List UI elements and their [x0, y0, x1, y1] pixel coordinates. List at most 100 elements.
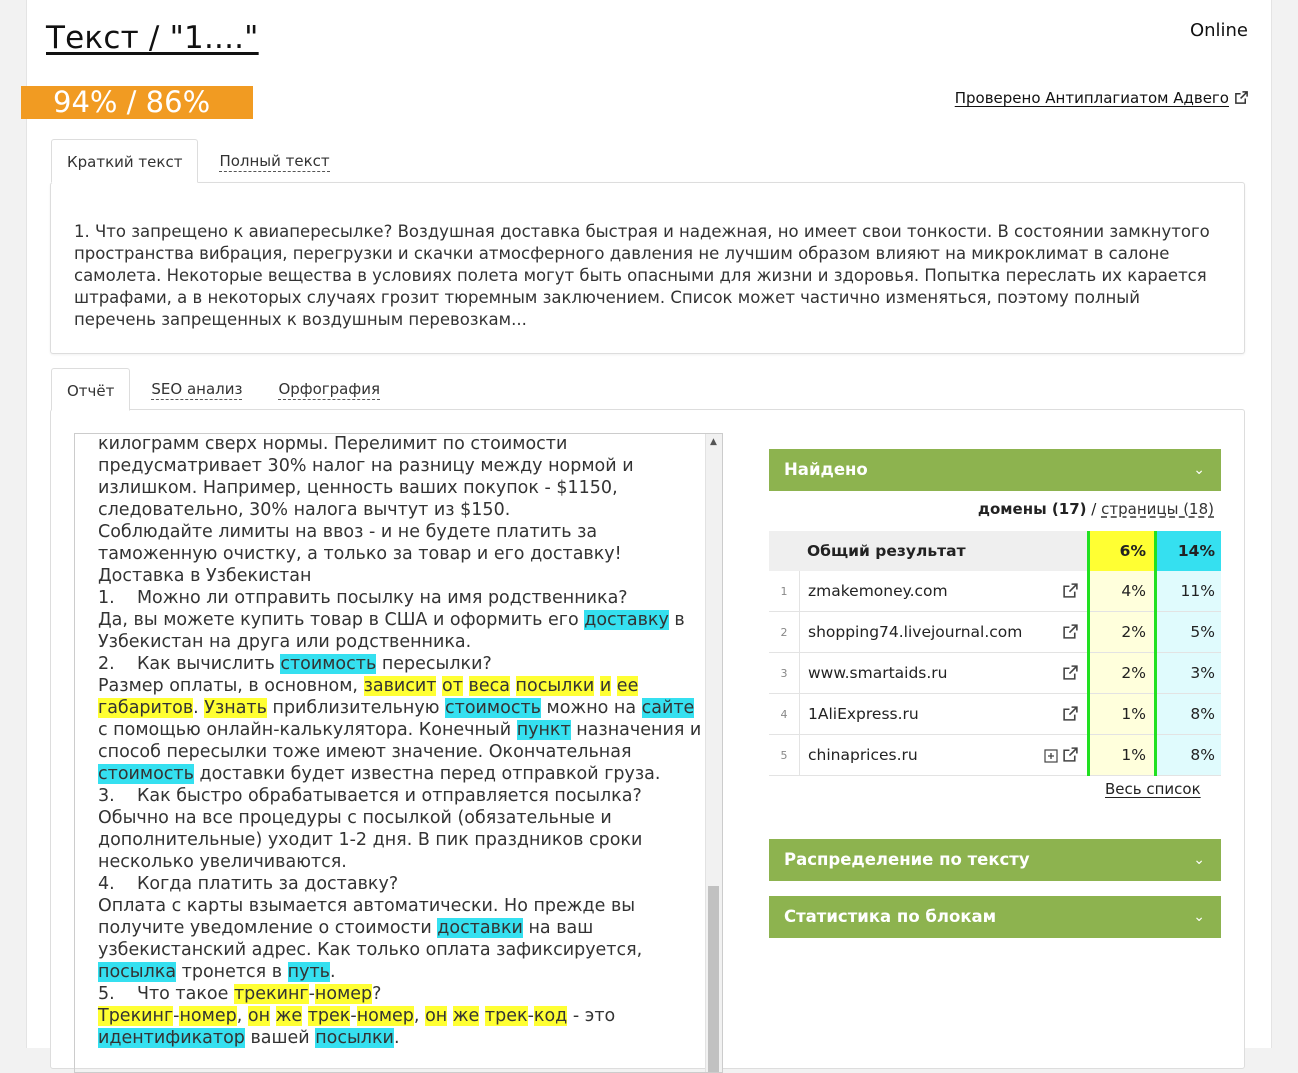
external-link-icon[interactable] [1062, 705, 1079, 724]
match-highlight-yellow[interactable]: код [533, 1006, 568, 1026]
match-highlight-yellow[interactable]: трек [484, 1006, 528, 1026]
report-text-line: посылка тронется в путь. [98, 961, 698, 983]
result-percent-1: 1% [1087, 693, 1157, 735]
text-segment: предусматривает 30% налог на разницу меж… [98, 456, 634, 476]
report-text-line: Трекинг-номер, он же трек-номер, он же т… [98, 1005, 698, 1027]
result-row[interactable]: 4 1AliExpress.ru 1% 8% [769, 693, 1221, 735]
tab-full-text[interactable]: Полный текст [198, 139, 344, 183]
match-highlight-yellow[interactable]: он [425, 1006, 448, 1026]
result-row[interactable]: 1 zmakemoney.com 4% 11% [769, 571, 1221, 612]
match-highlight-yellow[interactable]: же [275, 1006, 303, 1026]
match-highlight-cyan[interactable]: стоимость [280, 654, 377, 674]
text-segment: 4. Когда платить за доставку? [98, 874, 399, 894]
text-segment: Оплата с карты взымается автоматически. … [98, 896, 636, 916]
match-highlight-yellow[interactable]: и [599, 676, 612, 696]
text-segment: несколько увеличиваются. [98, 852, 347, 872]
domains-tab[interactable]: домены (17) [978, 500, 1087, 518]
text-segment: 5. Что такое [98, 984, 234, 1004]
report-text-line: Узбекистан на друга или родственника. [98, 631, 698, 653]
text-segment: в [668, 610, 685, 630]
tab-report[interactable]: Отчёт [51, 368, 131, 411]
domains-label: домены [977, 500, 1047, 518]
result-row[interactable]: 5 chinaprices.ru 1% 8% [769, 734, 1221, 776]
match-highlight-yellow[interactable]: он [247, 1006, 271, 1026]
plus-box-icon[interactable] [1044, 746, 1058, 765]
text-segment: получите уведомление о стоимости [98, 918, 438, 938]
match-highlight-yellow[interactable]: номер [356, 1006, 414, 1026]
match-highlight-cyan[interactable]: стоимость [445, 698, 541, 718]
pages-tab[interactable]: страницы (18) [1101, 500, 1214, 518]
match-highlight-cyan[interactable]: посылки [315, 1028, 394, 1048]
text-scrollbar[interactable]: ▲ [705, 434, 722, 1072]
match-highlight-yellow[interactable]: номер [314, 984, 373, 1004]
match-highlight-yellow[interactable]: ее [616, 676, 639, 696]
external-link-icon[interactable] [1062, 746, 1079, 765]
match-highlight-cyan[interactable]: посылка [98, 962, 177, 982]
text-segment: с помощью онлайн-калькулятора. Конечный [98, 720, 517, 740]
report-text-line: таможенную очистку, а только за товар и … [98, 543, 698, 565]
match-highlight-yellow[interactable]: от [442, 676, 463, 696]
tab-report-label: Отчёт [67, 382, 115, 400]
match-highlight-cyan[interactable]: путь [287, 962, 330, 982]
match-highlight-cyan[interactable]: доставки [437, 918, 523, 938]
report-text-line: 2. Как вычислить стоимость пересылки? [98, 653, 698, 675]
text-segment: доставки будет известна перед отправкой … [193, 764, 661, 784]
match-highlight-yellow[interactable]: трек [307, 1006, 351, 1026]
match-highlight-yellow[interactable]: Трекинг [98, 1006, 174, 1026]
text-segment [611, 676, 617, 696]
match-highlight-yellow[interactable]: же [452, 1006, 480, 1026]
scroll-up-arrow-icon[interactable]: ▲ [710, 437, 717, 447]
result-domain[interactable]: chinaprices.ru [799, 734, 1039, 776]
result-row-number: 4 [769, 693, 800, 735]
report-text-line: идентификатор вашей посылки. [98, 1027, 698, 1049]
result-row[interactable]: 3 www.smartaids.ru 2% 3% [769, 652, 1221, 694]
text-segment [510, 676, 516, 696]
text-segment: , [236, 1006, 248, 1026]
tab-seo-analysis[interactable]: SEO анализ [130, 367, 257, 411]
report-text-line: 3. Как быстро обрабатывается и отправляе… [98, 785, 698, 807]
text-segment: способ пересылки тоже имеют значение. Ок… [98, 742, 632, 762]
match-highlight-cyan[interactable]: пункт [516, 720, 571, 740]
match-highlight-yellow[interactable]: веса [468, 676, 510, 696]
text-segment: Размер оплаты, в основном, [98, 676, 364, 696]
found-panel-header[interactable]: Найдено ⌄ [769, 449, 1221, 491]
match-highlight-yellow[interactable]: трекинг [233, 984, 309, 1004]
result-domain[interactable]: shopping74.livejournal.com [799, 611, 1039, 653]
checked-text-viewer[interactable]: килограмм сверх нормы. Перелимит по стои… [74, 433, 723, 1073]
match-highlight-cyan[interactable]: стоимость [98, 764, 194, 784]
distribution-panel-header[interactable]: Распределение по тексту ⌄ [769, 839, 1221, 881]
match-highlight-cyan[interactable]: доставку [584, 610, 669, 630]
match-highlight-yellow[interactable]: номер [179, 1006, 237, 1026]
result-percent-2: 11% [1155, 571, 1221, 612]
text-segment: вашей [244, 1028, 316, 1048]
external-link-icon[interactable] [1062, 664, 1079, 683]
page-title[interactable]: Текст / "1...." [46, 20, 259, 56]
full-list-link[interactable]: Весь список [1105, 780, 1201, 798]
result-domain[interactable]: zmakemoney.com [799, 571, 1039, 612]
tab-short-text[interactable]: Краткий текст [51, 139, 199, 183]
text-segment: килограмм сверх нормы. Перелимит по стои… [98, 434, 568, 454]
external-link-icon[interactable] [1062, 582, 1079, 601]
match-highlight-cyan[interactable]: сайте [641, 698, 695, 718]
antiplagiat-link[interactable]: Проверено Антиплагиатом Адвего [955, 89, 1249, 107]
result-row-number: 2 [769, 611, 800, 653]
scroll-thumb[interactable] [708, 886, 719, 1072]
domains-count: (17) [1051, 500, 1087, 518]
chevron-down-icon: ⌄ [1193, 909, 1205, 925]
external-link-icon[interactable] [1062, 623, 1079, 642]
result-row[interactable]: 2 shopping74.livejournal.com 2% 5% [769, 611, 1221, 653]
text-segment: - это [567, 1006, 616, 1026]
result-domain[interactable]: www.smartaids.ru [799, 652, 1039, 694]
blocks-panel-header[interactable]: Статистика по блокам ⌄ [769, 896, 1221, 938]
report-tabs: Отчёт SEO анализ Орфография [51, 367, 395, 411]
text-segment: , [413, 1006, 426, 1026]
total-result-percent-1: 6% [1087, 531, 1157, 571]
tab-spelling[interactable]: Орфография [257, 367, 395, 411]
match-highlight-cyan[interactable]: идентификатор [98, 1028, 245, 1048]
match-highlight-yellow[interactable]: посылки [515, 676, 595, 696]
external-link-icon [1234, 89, 1249, 107]
match-highlight-yellow[interactable]: Узнать [204, 698, 267, 718]
match-highlight-yellow[interactable]: габаритов [98, 698, 194, 718]
match-highlight-yellow[interactable]: зависит [363, 676, 437, 696]
result-domain[interactable]: 1AliExpress.ru [799, 693, 1039, 735]
